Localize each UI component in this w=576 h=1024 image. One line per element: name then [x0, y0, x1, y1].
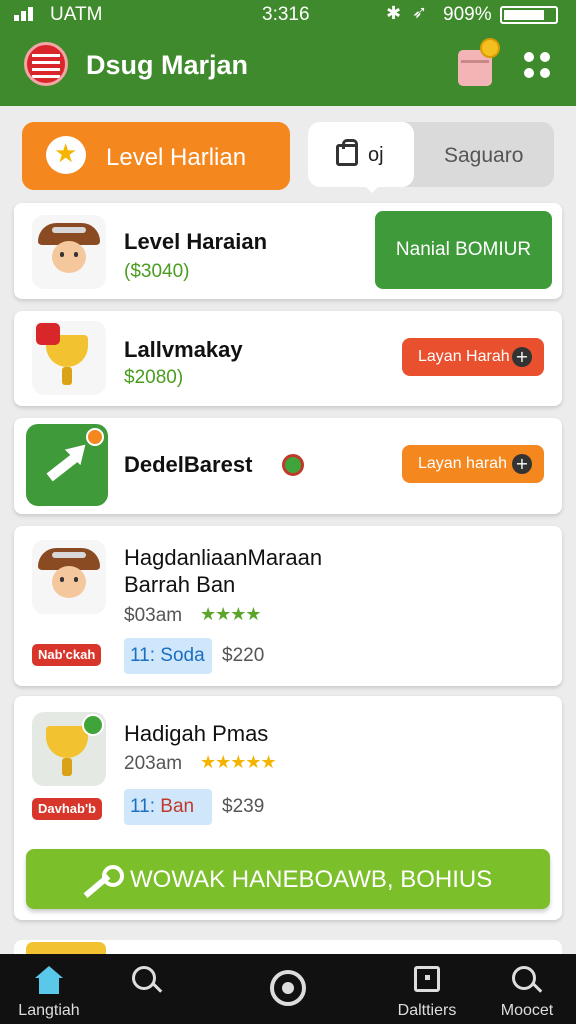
explorer-avatar-icon	[32, 540, 106, 614]
box-icon	[414, 966, 440, 992]
battery-icon	[500, 6, 558, 24]
status-badge: Nab'ckah	[32, 644, 102, 666]
time-chip[interactable]: 11: Soda	[124, 638, 212, 674]
wifi-icon: ➶	[412, 2, 428, 22]
chip-text: Soda	[160, 645, 205, 666]
nav-item-search[interactable]	[108, 954, 186, 1024]
view-daily-button[interactable]: Layan Harah +	[402, 338, 544, 376]
claim-bonus-button[interactable]: Nanial BOMIUR	[375, 211, 552, 289]
list-item[interactable]: Lallvmakay $2080) Layan Harah +	[14, 311, 562, 406]
item-title-line1: HagdanliaanMaraan	[124, 545, 323, 570]
nav-item-more[interactable]: Moocet	[488, 954, 566, 1024]
grid-menu-icon[interactable]	[524, 52, 552, 80]
nav-label: Langtiah	[18, 1002, 80, 1019]
tab-level-label: Level Harlian	[106, 144, 247, 171]
rating-stars: ★★★★★	[200, 752, 277, 773]
coin-icon	[480, 38, 500, 58]
home-icon	[35, 966, 63, 994]
item-title: DedelBarest	[124, 452, 253, 477]
segment-count: oj	[368, 144, 384, 166]
trophy-icon	[32, 712, 106, 786]
app-logo	[24, 42, 68, 86]
item-title: Hadigah Pmas	[124, 721, 269, 746]
item-meta: 203am	[124, 753, 183, 774]
carrier-label: UATM	[50, 4, 103, 25]
bluetooth-icon: ✱	[386, 3, 402, 23]
segment-saguaro[interactable]: Saguaro	[444, 144, 523, 168]
chip-number: 11:	[130, 796, 156, 817]
plus-icon: +	[512, 454, 532, 474]
chip-number: 11:	[130, 645, 156, 666]
nav-item-dailies[interactable]: Dalttiers	[386, 954, 468, 1024]
nav-item-center[interactable]	[248, 954, 328, 1024]
shop-icon[interactable]	[458, 38, 500, 86]
cta-label: WOWAK HANEBOAWB, BOHIUS	[130, 866, 493, 893]
app-title: Dsug Marjan	[86, 50, 249, 80]
segment-shop[interactable]: oj	[308, 122, 414, 193]
gem-icon	[282, 454, 304, 476]
item-amount: $239	[222, 796, 265, 817]
item-meta: $03am	[124, 605, 183, 626]
nav-label: Dalttiers	[397, 1002, 457, 1019]
time-chip[interactable]: 11: Ban	[124, 789, 212, 825]
plus-icon: +	[512, 347, 532, 367]
button-label: Layan Harah	[418, 348, 510, 365]
list-item[interactable]: HagdanliaanMaraan Barrah Ban $03am ★★★★ …	[14, 526, 562, 686]
nav-item-home[interactable]: Langtiah	[10, 954, 88, 1024]
segmented-control: oj Saguaro	[308, 122, 554, 193]
list-item[interactable]: Level Haraian ($3040) Nanial BOMIUR	[14, 203, 562, 299]
item-title: Level Haraian	[124, 229, 268, 254]
item-amount: $220	[222, 645, 265, 666]
bottom-nav: Langtiah Dalttiers Moocet	[0, 954, 576, 1024]
search-icon	[512, 966, 542, 996]
tab-level-harian[interactable]: Level Harlian	[22, 122, 290, 190]
search-icon	[132, 966, 162, 996]
signal-icon	[14, 7, 33, 21]
center-icon	[270, 970, 306, 1006]
status-bar: UATM 3:316 ✱ ➶ 909%	[0, 0, 576, 30]
nav-label: Moocet	[500, 1002, 554, 1019]
trophy-icon	[32, 321, 106, 395]
battery-percent: 909%	[443, 4, 492, 25]
button-label: Layan harah	[418, 455, 507, 472]
key-icon	[82, 865, 124, 893]
item-title-line2: Barrah Ban	[124, 572, 236, 597]
rating-stars: ★★★★	[200, 604, 262, 625]
view-daily-button[interactable]: Layan harah +	[402, 445, 544, 483]
item-price: ($3040)	[124, 261, 190, 282]
trend-up-icon	[26, 424, 108, 506]
explorer-avatar-icon	[32, 215, 106, 289]
item-title: Lallvmakay	[124, 337, 243, 362]
chip-text: Ban	[160, 796, 195, 817]
shopping-bag-icon	[336, 139, 358, 166]
item-price: $2080)	[124, 367, 184, 388]
status-badge: Davhab'b	[32, 798, 102, 820]
star-bubble-icon	[46, 136, 86, 174]
list-item[interactable]: DedelBarest Layan harah +	[14, 418, 562, 514]
claim-all-bonus-button[interactable]: WOWAK HANEBOAWB, BOHIUS	[26, 849, 550, 909]
clock: 3:316	[262, 4, 310, 25]
app-bar: Dsug Marjan	[0, 30, 576, 106]
